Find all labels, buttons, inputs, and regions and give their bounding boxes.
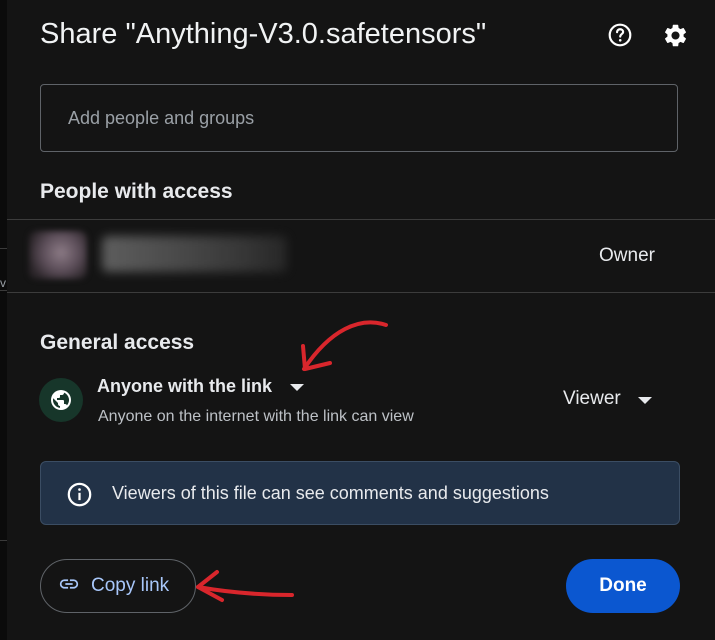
general-access-heading: General access [40,331,195,354]
general-access-scope: Anyone with the link [97,376,273,396]
general-access-dropdown[interactable]: Anyone with the link [97,376,305,397]
dialog-title: Share "Anything-V3.0.safetensors" [40,18,487,50]
globe-icon [39,378,83,422]
owner-row[interactable]: Owner [7,220,715,292]
owner-role-label: Owner [599,245,655,266]
people-with-access-heading: People with access [40,180,233,203]
permission-label: Viewer [563,388,621,409]
done-button[interactable]: Done [566,559,680,613]
permission-dropdown[interactable]: Viewer [563,388,652,410]
owner-name-redacted [102,236,287,272]
avatar [29,231,87,279]
link-icon [58,573,80,600]
copy-link-label: Copy link [91,575,170,596]
add-people-field[interactable] [40,84,678,152]
chevron-down-icon [290,384,305,391]
done-label: Done [599,575,647,596]
background-window-edge: v [0,0,7,640]
info-banner-text: Viewers of this file can see comments an… [112,483,549,503]
copy-link-button[interactable]: Copy link [40,559,196,613]
share-dialog: Share "Anything-V3.0.safetensors" People… [7,0,715,640]
divider [7,292,715,293]
chevron-down-icon [637,396,652,404]
gear-icon[interactable] [661,21,689,49]
help-circle-icon[interactable] [606,21,634,49]
edge-char: v [0,276,6,290]
general-access-description: Anyone on the internet with the link can… [98,408,414,425]
info-icon [65,480,93,508]
info-banner: Viewers of this file can see comments an… [40,461,680,525]
edge-divider [0,540,7,541]
edge-divider [0,248,7,249]
add-people-input[interactable] [41,85,677,151]
edge-divider [0,290,7,291]
